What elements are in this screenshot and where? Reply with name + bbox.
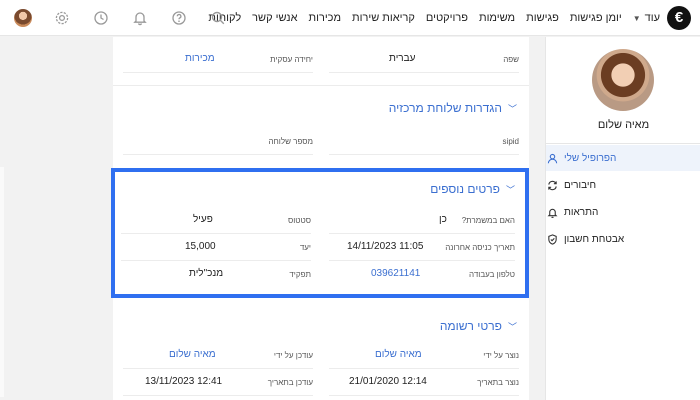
field-work-phone: טלפון בעבודה 039621141 [329, 262, 515, 288]
chevron-down-icon: ﹀ [507, 321, 517, 332]
field-value: פעיל [193, 214, 213, 225]
gear-icon[interactable] [51, 7, 73, 29]
clock-icon[interactable] [90, 7, 112, 29]
section-central-settings[interactable]: ﹀ הגדרות שלוחת מרכזיה [389, 101, 517, 115]
field-value-link[interactable]: מאיה שלום [169, 349, 216, 360]
sidebar-item-connections[interactable]: חיבורים [546, 172, 700, 198]
field-role: תפקיד מנכ"לית [121, 262, 311, 288]
nav-meetings[interactable]: פגישות [526, 12, 559, 24]
user-icon [546, 152, 558, 164]
field-label: סטטוס [287, 216, 311, 225]
sidebar-item-label: חיבורים [564, 179, 597, 191]
section-title: פרטים נוספים [430, 182, 500, 196]
chevron-down-icon: ﹀ [505, 184, 515, 195]
app-logo[interactable]: € [667, 6, 691, 30]
gutter-strip [0, 167, 4, 397]
field-label: עודכן על ידי [273, 351, 313, 360]
nav-more[interactable]: עוד ▼ [633, 12, 660, 24]
section-title: הגדרות שלוחת מרכזיה [388, 101, 502, 115]
user-avatar[interactable] [12, 7, 34, 29]
top-tools [12, 7, 229, 29]
field-value-link[interactable]: 039621141 [371, 268, 420, 279]
field-label: נוצר על ידי [483, 351, 519, 360]
bell-icon [546, 206, 558, 218]
main-nav: לקוחות אנשי קשר מכירות קריאות שירות פרוי… [208, 0, 660, 36]
help-icon[interactable] [168, 7, 190, 29]
sidebar-divider [546, 143, 700, 144]
field-value: עברית [389, 53, 416, 64]
section-extra-details[interactable]: ﹀ פרטים נוספים [430, 182, 515, 196]
field-last-login: תאריך כניסה אחרונה 11:05 14/11/2023 [329, 235, 515, 261]
bell-icon[interactable] [129, 7, 151, 29]
chevron-down-icon: ▼ [632, 13, 641, 23]
field-value: 12:14 21/01/2020 [349, 376, 427, 387]
field-updated-by: עודכן על ידי מאיה שלום [123, 343, 313, 369]
nav-projects[interactable]: פרויקטים [426, 12, 468, 24]
section-divider [113, 85, 529, 86]
field-value-link[interactable]: מאיה שלום [375, 349, 422, 360]
sidebar-item-account-security[interactable]: אבטחת חשבון [546, 226, 700, 252]
nav-service-calls[interactable]: קריאות שירות [352, 12, 415, 24]
section-record-details[interactable]: ﹀ פרטי רשומה [440, 319, 517, 333]
sidebar-item-notifications[interactable]: התראות [546, 199, 700, 225]
field-label: תאריך כניסה אחרונה [445, 243, 515, 252]
profile-photo[interactable] [592, 49, 654, 111]
field-created-at: נוצר בתאריך 12:14 21/01/2020 [329, 370, 519, 396]
sidebar-item-label: אבטחת חשבון [564, 233, 625, 245]
left-gutter [0, 37, 113, 400]
nav-sales[interactable]: מכירות [308, 12, 341, 24]
highlighted-extra-details: ﹀ פרטים נוספים האם במשמרת? כן סטטוס פעיל… [111, 168, 529, 298]
field-label: נוצר בתאריך [477, 378, 519, 387]
sidebar-item-label: התראות [564, 206, 599, 218]
top-bar: € לקוחות אנשי קשר מכירות קריאות שירות פר… [0, 0, 700, 36]
field-value: כן [439, 214, 447, 225]
sidebar-item-label: הפרופיל שלי [564, 152, 617, 164]
field-label: עודכן בתאריך [267, 378, 313, 387]
section-title: פרטי רשומה [439, 319, 502, 333]
profile-sidebar: מאיה שלום הפרופיל שלי חיבורים התראות אבט… [545, 37, 700, 400]
field-label: האם במשמרת? [461, 216, 515, 225]
field-on-shift: האם במשמרת? כן [329, 208, 515, 234]
field-label: יעד [299, 243, 311, 252]
field-label: מספר שלוחה [268, 137, 313, 146]
nav-contacts[interactable]: אנשי קשר [252, 12, 297, 24]
field-extension: מספר שלוחה [123, 129, 313, 155]
field-label: טלפון בעבודה [469, 270, 515, 279]
search-icon[interactable] [207, 7, 229, 29]
field-business-unit: יחידה עסקית מכירות [123, 47, 313, 73]
field-value: 11:05 14/11/2023 [347, 241, 424, 252]
field-sipid: sipid [329, 129, 519, 155]
field-label: sipid [502, 137, 519, 146]
nav-more-label: עוד [644, 12, 660, 24]
avatar-image [14, 9, 32, 27]
field-created-by: נוצר על ידי מאיה שלום [329, 343, 519, 369]
field-value: 12:41 13/11/2023 [145, 376, 223, 387]
field-language: שפה עברית [329, 47, 519, 73]
field-value: מנכ"לית [189, 268, 224, 279]
field-status: סטטוס פעיל [121, 208, 311, 234]
nav-tasks[interactable]: משימות [479, 12, 515, 24]
sidebar-item-my-profile[interactable]: הפרופיל שלי [546, 145, 700, 171]
sync-icon [546, 179, 558, 191]
field-updated-at: עודכן בתאריך 12:41 13/11/2023 [123, 370, 313, 396]
field-label: תפקיד [289, 270, 311, 279]
shield-icon [546, 233, 558, 245]
field-value: 15,000 [185, 241, 216, 252]
profile-name: מאיה שלום [597, 119, 650, 131]
field-label: שפה [503, 55, 519, 64]
field-target: יעד 15,000 [121, 235, 311, 261]
field-label: יחידה עסקית [270, 55, 313, 64]
field-value-link[interactable]: מכירות [185, 53, 215, 64]
nav-meeting-calendar[interactable]: יומן פגישות [570, 12, 622, 24]
chevron-down-icon: ﹀ [507, 103, 517, 114]
